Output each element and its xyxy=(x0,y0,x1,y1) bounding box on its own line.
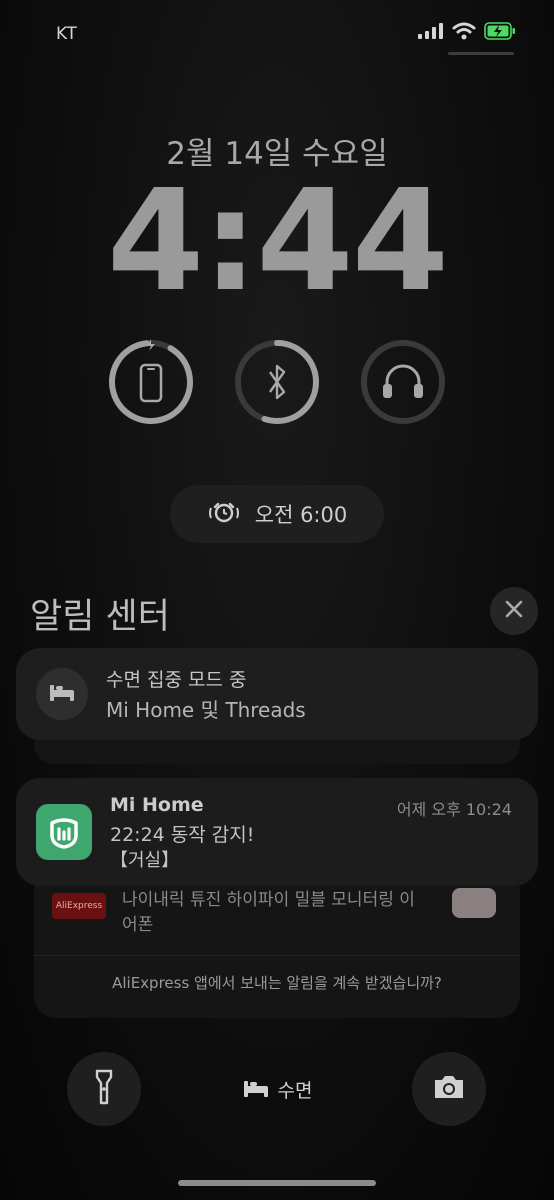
camera-button[interactable] xyxy=(412,1052,486,1126)
wifi-icon xyxy=(452,22,476,44)
clear-notifications-button[interactable] xyxy=(490,587,538,635)
status-icons xyxy=(418,22,516,44)
home-indicator[interactable] xyxy=(178,1180,376,1186)
headphones-widget[interactable] xyxy=(359,338,447,426)
aliexpress-divider xyxy=(34,955,520,956)
aliexpress-keep-notifications-prompt[interactable]: AliExpress 앱에서 보내는 알림을 계속 받겠습니까? xyxy=(34,972,520,993)
iphone-battery-widget[interactable] xyxy=(107,338,195,426)
focus-card-title: 수면 집중 모드 중 xyxy=(106,669,247,691)
battery-charging-icon xyxy=(484,22,516,44)
alarm-time-label: 오전 6:00 xyxy=(254,503,348,527)
mi-home-notification-room: 【거실】 xyxy=(110,850,180,871)
bed-icon xyxy=(48,682,76,706)
aliexpress-notification-text: 나이내릭 튜진 하이파이 밀블 모니터링 이어폰 xyxy=(122,890,415,935)
alarm-clock-icon xyxy=(207,500,241,528)
bed-icon xyxy=(242,1078,270,1102)
status-underline xyxy=(448,52,514,55)
bluetooth-widget[interactable] xyxy=(233,338,321,426)
aliexpress-product-thumbnail xyxy=(452,888,496,918)
mi-home-app-name: Mi Home xyxy=(110,794,204,816)
alarm-pill[interactable]: 오전 6:00 xyxy=(170,485,384,543)
close-icon xyxy=(505,600,523,622)
mi-home-notification-card[interactable] xyxy=(16,778,538,886)
mi-home-notification-time: 어제 오후 10:24 xyxy=(396,800,512,819)
carrier-label: KT xyxy=(56,24,78,44)
focus-mode-label: 수면 xyxy=(277,1080,313,1102)
mi-home-notification-message: 22:24 동작 감지! xyxy=(110,824,255,846)
signal-icon xyxy=(418,23,444,43)
focus-icon-container xyxy=(36,668,88,720)
camera-icon xyxy=(432,1074,466,1104)
focus-card-subtitle: Mi Home 및 Threads xyxy=(106,698,306,722)
mi-home-app-icon xyxy=(36,804,92,860)
lock-time: 4:44 xyxy=(106,160,449,323)
aliexpress-logo: AliExpress xyxy=(52,893,106,919)
notification-center-title: 알림 센터 xyxy=(30,597,170,637)
